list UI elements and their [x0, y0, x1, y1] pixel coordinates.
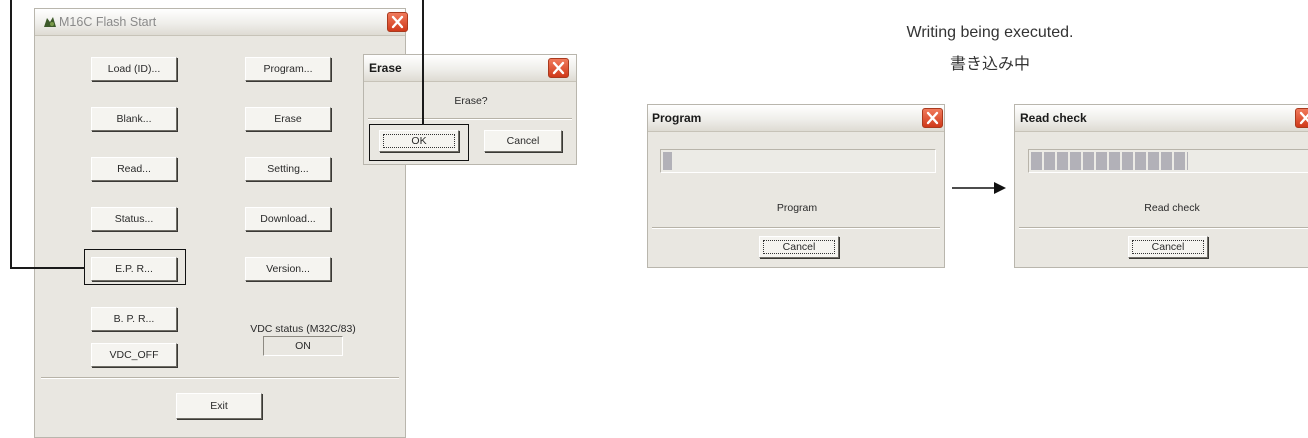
exit-button[interactable]: Exit [176, 393, 262, 419]
close-icon [391, 15, 404, 29]
vdc-off-button[interactable]: VDC_OFF [91, 343, 177, 367]
vdc-status-value: ON [263, 336, 343, 356]
program-close-button[interactable] [922, 108, 943, 128]
program-separator [652, 227, 940, 229]
bpr-button[interactable]: B. P. R... [91, 307, 177, 331]
erase-cancel-button[interactable]: Cancel [484, 130, 562, 152]
erase-message: Erase? [454, 95, 488, 107]
status-button[interactable]: Status... [91, 207, 177, 231]
download-button[interactable]: Download... [245, 207, 331, 231]
erase-separator [368, 118, 572, 120]
read-check-status-text: Read check [1144, 202, 1200, 214]
load-button[interactable]: Load (ID)... [91, 57, 177, 81]
close-icon [1299, 111, 1308, 125]
connector-line-right [422, 0, 424, 125]
read-check-progress-fill [1031, 152, 1188, 170]
erase-button[interactable]: Erase [245, 107, 331, 131]
focus-rectangle [1132, 240, 1204, 254]
program-progress-bar [660, 149, 936, 173]
epr-highlight-box [84, 249, 186, 285]
vdc-status-label: VDC status (M32C/83) [250, 323, 356, 335]
read-check-cancel-button[interactable]: Cancel [1128, 236, 1208, 258]
main-close-button[interactable] [387, 12, 408, 32]
close-icon [926, 111, 939, 125]
version-button[interactable]: Version... [245, 257, 331, 281]
arrow-right-icon [952, 182, 1006, 194]
main-title-bar[interactable]: M16C Flash Start [35, 9, 408, 36]
main-window: M16C Flash Start Load (ID)... Program...… [34, 8, 408, 438]
program-progress-fill [663, 152, 672, 170]
program-dialog: Program Program Cancel [647, 104, 945, 268]
erase-close-button[interactable] [548, 58, 569, 78]
read-button[interactable]: Read... [91, 157, 177, 181]
caption-japanese: 書き込み中 [949, 56, 1030, 73]
focus-rectangle [763, 240, 835, 254]
setting-button[interactable]: Setting... [245, 157, 331, 181]
read-check-dialog-title: Read check [1020, 111, 1087, 125]
program-status-text: Program [776, 202, 818, 214]
caption-english: Writing being executed. [906, 24, 1074, 41]
ok-highlight-box [369, 124, 469, 161]
program-dialog-title: Program [652, 111, 702, 125]
main-window-title: M16C Flash Start [59, 15, 157, 29]
program-cancel-button[interactable]: Cancel [759, 236, 839, 258]
read-check-dialog: Read check Read check Cancel [1014, 104, 1308, 268]
main-separator [41, 377, 399, 379]
program-title-bar[interactable]: Program [648, 105, 944, 132]
connector-line-left [10, 0, 12, 268]
read-check-progress-bar [1028, 149, 1308, 173]
close-icon [552, 61, 565, 75]
app-logo-icon [43, 16, 57, 29]
program-button[interactable]: Program... [245, 57, 331, 81]
read-check-separator [1019, 227, 1308, 229]
read-check-close-button[interactable] [1295, 108, 1308, 128]
blank-button[interactable]: Blank... [91, 107, 177, 131]
read-check-title-bar[interactable]: Read check [1015, 105, 1308, 132]
erase-title-bar[interactable]: Erase [364, 55, 576, 82]
connector-line-bottom [10, 267, 85, 269]
erase-dialog-title: Erase [369, 61, 402, 75]
